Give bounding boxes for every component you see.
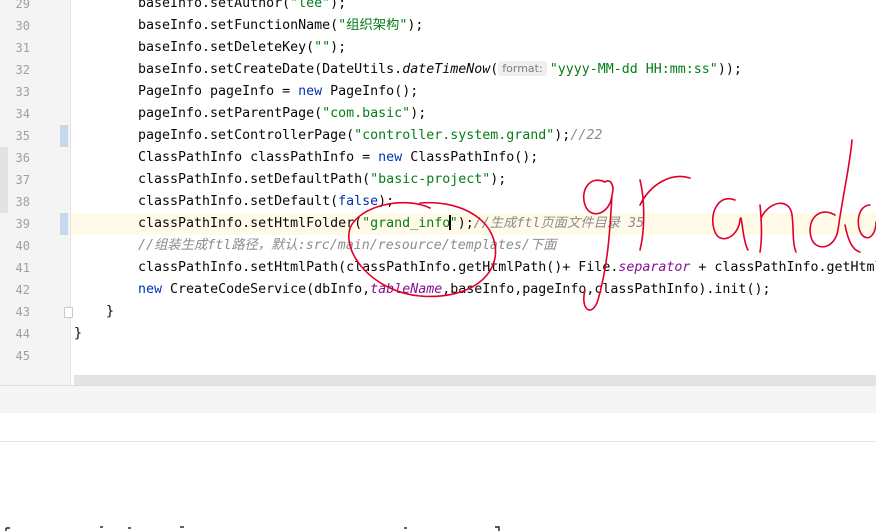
code-line[interactable]: classPathInfo.setDefault(false); <box>138 191 394 213</box>
code-token: "lee" <box>290 0 331 11</box>
code-token: "yyyy-MM-dd HH:mm:ss" <box>549 62 718 77</box>
code-token: ); <box>554 128 571 143</box>
code-token: new <box>138 282 163 297</box>
line-number: 33 <box>15 85 30 99</box>
code-token: } <box>106 304 115 319</box>
code-token: baseInfo.setAuthor( <box>138 0 291 11</box>
code-token: new <box>378 150 403 165</box>
code-token: ClassPathInfo(); <box>402 150 539 165</box>
line-number: 32 <box>15 63 30 77</box>
code-token: //22 <box>570 128 603 143</box>
code-token: } <box>74 326 83 341</box>
code-token: pageInfo.setParentPage( <box>138 106 323 121</box>
code-token: CreateCodeService(dbInfo, <box>162 282 371 297</box>
line-number: 39 <box>15 217 30 231</box>
code-token: ( <box>490 62 499 77</box>
code-token: "com.basic" <box>322 106 411 121</box>
fold-toggle-icon[interactable] <box>64 307 73 318</box>
line-number: 41 <box>15 261 30 275</box>
code-line[interactable]: baseInfo.setDeleteKey(""); <box>138 37 346 59</box>
code-line[interactable]: } <box>106 301 114 323</box>
line-number: 29 <box>15 0 30 11</box>
code-line[interactable]: PageInfo pageInfo = new PageInfo(); <box>138 81 418 103</box>
code-line[interactable]: //组装生成ftl路径，默认:src/main/resource/templat… <box>138 235 556 257</box>
change-marker[interactable] <box>60 125 68 147</box>
vcs-change-bar[interactable] <box>0 147 8 213</box>
code-token: "controller.system.grand" <box>354 128 555 143</box>
code-line[interactable]: baseInfo.setAuthor("lee"); <box>138 0 346 15</box>
parameter-hint: format: <box>498 61 547 76</box>
line-number: 34 <box>15 107 30 121</box>
code-token: new <box>298 84 323 99</box>
line-number: 30 <box>15 19 30 33</box>
code-line[interactable]: baseInfo.setCreateDate(DateUtils.dateTim… <box>138 59 742 81</box>
code-token: "" <box>314 40 331 55</box>
code-line[interactable]: ClassPathInfo classPathInfo = new ClassP… <box>138 147 538 169</box>
code-token: " <box>449 216 458 231</box>
code-token: ); <box>457 216 474 231</box>
code-token: PageInfo pageInfo = <box>138 84 299 99</box>
line-number: 44 <box>15 327 30 341</box>
code-token: dateTimeNow <box>402 62 491 77</box>
code-token: ); <box>490 172 507 187</box>
code-token: //组装生成ftl路径，默认:src/main/resource/templat… <box>138 238 557 253</box>
code-token: ); <box>407 18 424 33</box>
code-token: ); <box>330 0 347 11</box>
code-token: baseInfo.setDeleteKey( <box>138 40 315 55</box>
code-editor[interactable]: 29 30 31 32 33 34 35 36 37 38 39 40 41 42 43 44 45 baseI… <box>0 0 876 385</box>
code-token: "组织架构" <box>338 18 408 33</box>
code-token: classPathInfo.setDefault( <box>138 194 339 209</box>
code-line[interactable]: classPathInfo.setDefaultPath("basic-proj… <box>138 169 506 191</box>
code-token: //生成ftl页面文件目录 35 <box>473 216 645 231</box>
code-token: PageInfo(); <box>322 84 419 99</box>
code-token: ); <box>378 194 395 209</box>
code-token: ,baseInfo,pageInfo,classPathInfo).init()… <box>442 282 771 297</box>
code-token: tableName <box>370 282 443 297</box>
code-token: false <box>338 194 379 209</box>
line-number: 43 <box>15 305 30 319</box>
code-token: "basic-project" <box>370 172 491 187</box>
horizontal-scrollbar[interactable] <box>74 375 876 385</box>
code-token: baseInfo.setFunctionName( <box>138 18 339 33</box>
code-token: classPathInfo.setDefaultPath( <box>138 172 371 187</box>
code-token: )); <box>717 62 742 77</box>
line-number: 31 <box>15 41 30 55</box>
line-number: 35 <box>15 129 30 143</box>
code-line[interactable]: new CreateCodeService(dbInfo,tableName,b… <box>138 279 770 301</box>
code-token: ClassPathInfo classPathInfo = <box>138 150 379 165</box>
code-line[interactable]: pageInfo.setParentPage("com.basic"); <box>138 103 426 125</box>
code-token: classPathInfo.setHtmlPath(classPathInfo.… <box>138 260 619 275</box>
tool-window-body <box>0 413 876 442</box>
code-token: + classPathInfo.getHtmlFolder() <box>698 260 876 275</box>
line-number: 42 <box>15 283 30 297</box>
line-number-gutter: 29 30 31 32 33 34 35 36 37 38 39 40 41 42 43 44 45 <box>0 0 73 385</box>
code-line[interactable]: baseInfo.setFunctionName("组织架构"); <box>138 15 423 37</box>
change-marker[interactable] <box>60 213 68 235</box>
partial-text-fragments <box>5 526 500 531</box>
code-line[interactable]: pageInfo.setControllerPage("controller.s… <box>138 125 602 147</box>
code-token: classPathInfo.setHtmlFolder( <box>138 216 363 231</box>
line-number: 40 <box>15 239 30 253</box>
code-line[interactable]: classPathInfo.setHtmlPath(classPathInfo.… <box>138 257 876 279</box>
code-token: pageInfo.setControllerPage( <box>138 128 355 143</box>
code-line[interactable]: classPathInfo.setHtmlFolder("grand_info"… <box>138 213 644 235</box>
code-line[interactable]: } <box>74 323 82 345</box>
line-number: 45 <box>15 349 30 363</box>
code-token: ); <box>330 40 347 55</box>
code-token: baseInfo.setCreateDate(DateUtils. <box>138 62 403 77</box>
code-token: "grand_info <box>362 216 451 231</box>
tool-window-header <box>0 385 876 414</box>
code-token: separator <box>618 260 691 275</box>
code-token: ); <box>410 106 427 121</box>
